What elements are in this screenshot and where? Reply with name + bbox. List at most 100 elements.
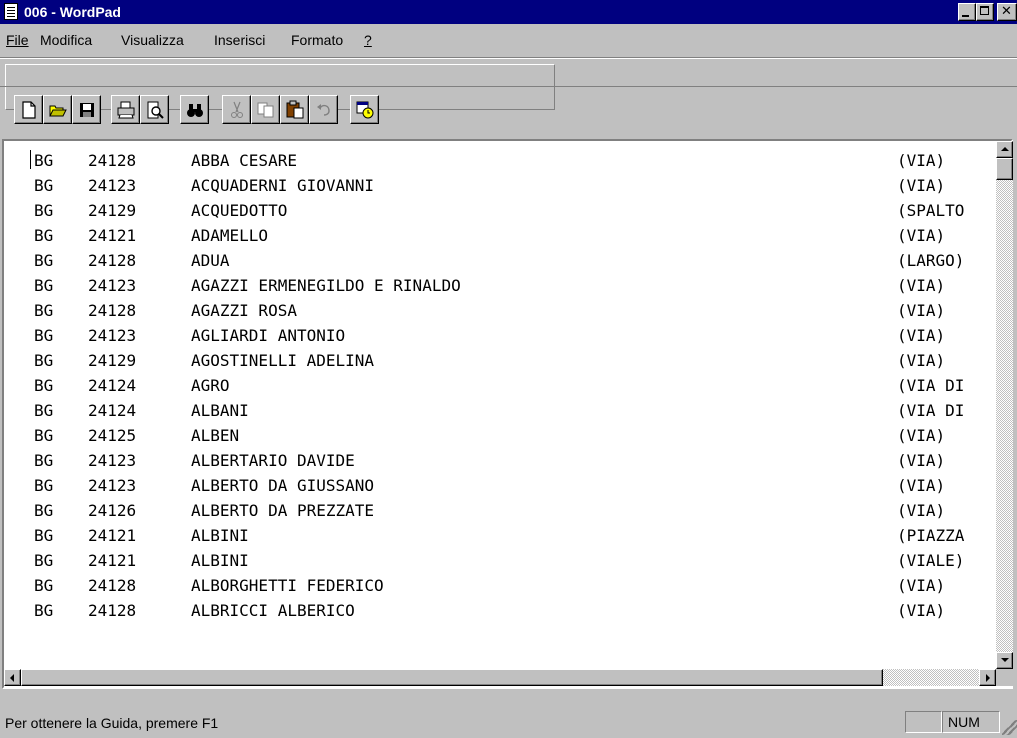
paste-icon bbox=[286, 100, 304, 119]
street-name-cell: ALBINI bbox=[191, 551, 249, 570]
street-name-cell: AGAZZI ROSA bbox=[191, 301, 297, 320]
status-bar: Per ottenere la Guida, premere F1 NUM bbox=[0, 708, 1017, 738]
postal-code-cell: 24123 bbox=[88, 476, 137, 495]
save-icon bbox=[80, 103, 94, 117]
print-preview-icon bbox=[147, 101, 164, 119]
save-button[interactable] bbox=[72, 95, 101, 124]
find-button[interactable] bbox=[180, 95, 209, 124]
title-bar[interactable]: 006 - WordPad bbox=[0, 0, 1017, 24]
cut-button[interactable] bbox=[222, 95, 251, 124]
street-name-cell: AGAZZI ERMENEGILDO E RINALDO bbox=[191, 276, 461, 295]
province-cell: BG bbox=[34, 526, 54, 545]
open-button[interactable] bbox=[43, 95, 72, 124]
status-panel-caps bbox=[905, 711, 942, 733]
paste-button[interactable] bbox=[280, 95, 309, 124]
street-name-cell: AGOSTINELLI ADELINA bbox=[191, 351, 375, 370]
street-name-cell: ALBEN bbox=[191, 426, 240, 445]
street-type-cell: (SPALTO bbox=[897, 201, 965, 220]
street-type-cell: (VIA) bbox=[897, 576, 946, 595]
print-button[interactable] bbox=[111, 95, 140, 124]
street-type-cell: (VIA DI bbox=[897, 376, 965, 395]
province-cell: BG bbox=[34, 576, 54, 595]
menu-file[interactable]: File bbox=[6, 31, 29, 49]
postal-code-cell: 24124 bbox=[88, 401, 137, 420]
postal-code-cell: 24123 bbox=[88, 276, 137, 295]
province-cell: BG bbox=[34, 176, 54, 195]
street-name-cell: ALBERTO DA GIUSSANO bbox=[191, 476, 375, 495]
street-type-cell: (VIALE) bbox=[897, 551, 965, 570]
print-preview-button[interactable] bbox=[140, 95, 169, 124]
scroll-right-button[interactable] bbox=[979, 669, 996, 686]
street-name-cell: ALBINI bbox=[191, 526, 249, 545]
postal-code-cell: 24123 bbox=[88, 176, 137, 195]
menu-divider-highlight bbox=[0, 58, 1017, 59]
maximize-button[interactable] bbox=[976, 3, 994, 21]
find-icon bbox=[187, 104, 203, 117]
wordpad-window: 006 - WordPad File Modifica Visualizza I… bbox=[0, 0, 1017, 738]
undo-button[interactable] bbox=[309, 95, 338, 124]
province-cell: BG bbox=[34, 376, 54, 395]
postal-code-cell: 24121 bbox=[88, 551, 137, 570]
province-cell: BG bbox=[34, 476, 54, 495]
print-icon bbox=[117, 101, 135, 119]
menu-inserisci[interactable]: Inserisci bbox=[214, 31, 265, 49]
postal-code-cell: 24123 bbox=[88, 326, 137, 345]
street-type-cell: (VIA) bbox=[897, 426, 946, 445]
postal-code-cell: 24129 bbox=[88, 201, 137, 220]
new-button[interactable] bbox=[14, 95, 43, 124]
street-type-cell: (VIA) bbox=[897, 326, 946, 345]
arrow-up-icon bbox=[1001, 147, 1009, 151]
scroll-up-button[interactable] bbox=[996, 141, 1013, 158]
close-button[interactable] bbox=[997, 3, 1017, 21]
menu-bar: File Modifica Visualizza Inserisci Forma… bbox=[0, 25, 1017, 55]
date-time-icon bbox=[356, 101, 374, 119]
street-name-cell: ALBERTARIO DAVIDE bbox=[191, 451, 355, 470]
province-cell: BG bbox=[34, 351, 54, 370]
street-type-cell: (VIA) bbox=[897, 151, 946, 170]
menu-visualizza[interactable]: Visualizza bbox=[121, 31, 184, 49]
document-text-area[interactable]: BG 24128 ABBA CESARE (VIA) BG 24123 ACQUADERNI… bbox=[4, 141, 996, 669]
street-type-cell: (LARGO) bbox=[897, 251, 965, 270]
horizontal-scroll-thumb[interactable] bbox=[21, 669, 883, 686]
postal-code-cell: 24125 bbox=[88, 426, 137, 445]
scroll-down-button[interactable] bbox=[996, 652, 1013, 669]
province-cell: BG bbox=[34, 426, 54, 445]
menu-file-label: File bbox=[6, 32, 29, 48]
menu-modifica[interactable]: Modifica bbox=[40, 31, 92, 49]
province-cell: BG bbox=[34, 326, 54, 345]
scroll-left-button[interactable] bbox=[4, 669, 21, 686]
menu-formato[interactable]: Formato bbox=[291, 31, 343, 49]
province-cell: BG bbox=[34, 501, 54, 520]
street-type-cell: (VIA) bbox=[897, 301, 946, 320]
postal-code-cell: 24121 bbox=[88, 226, 137, 245]
province-cell: BG bbox=[34, 151, 54, 170]
scrollbar-corner bbox=[996, 669, 1013, 686]
street-name-cell: ADUA bbox=[191, 251, 230, 270]
new-icon bbox=[22, 101, 36, 119]
minimize-button[interactable] bbox=[958, 3, 976, 21]
open-icon bbox=[49, 105, 67, 117]
menu-help[interactable]: ? bbox=[364, 31, 372, 49]
street-name-cell: ALBRICCI ALBERICO bbox=[191, 601, 355, 620]
text-caret bbox=[30, 150, 31, 169]
arrow-left-icon bbox=[10, 674, 14, 682]
vertical-scroll-thumb[interactable] bbox=[996, 158, 1013, 180]
province-cell: BG bbox=[34, 301, 54, 320]
insert-date-time-button[interactable] bbox=[350, 95, 379, 124]
street-name-cell: ALBORGHETTI FEDERICO bbox=[191, 576, 384, 595]
street-name-cell: ALBERTO DA PREZZATE bbox=[191, 501, 375, 520]
status-help-text: Per ottenere la Guida, premere F1 bbox=[5, 715, 219, 731]
street-name-cell: AGRO bbox=[191, 376, 230, 395]
postal-code-cell: 24124 bbox=[88, 376, 137, 395]
street-type-cell: (VIA DI bbox=[897, 401, 965, 420]
vertical-scrollbar[interactable] bbox=[996, 141, 1013, 669]
postal-code-cell: 24128 bbox=[88, 601, 137, 620]
province-cell: BG bbox=[34, 551, 54, 570]
province-cell: BG bbox=[34, 276, 54, 295]
wordpad-document-icon[interactable] bbox=[4, 3, 18, 20]
street-type-cell: (VIA) bbox=[897, 276, 946, 295]
resize-grip-icon[interactable] bbox=[1002, 720, 1017, 735]
postal-code-cell: 24128 bbox=[88, 576, 137, 595]
copy-button[interactable] bbox=[251, 95, 280, 124]
postal-code-cell: 24121 bbox=[88, 526, 137, 545]
